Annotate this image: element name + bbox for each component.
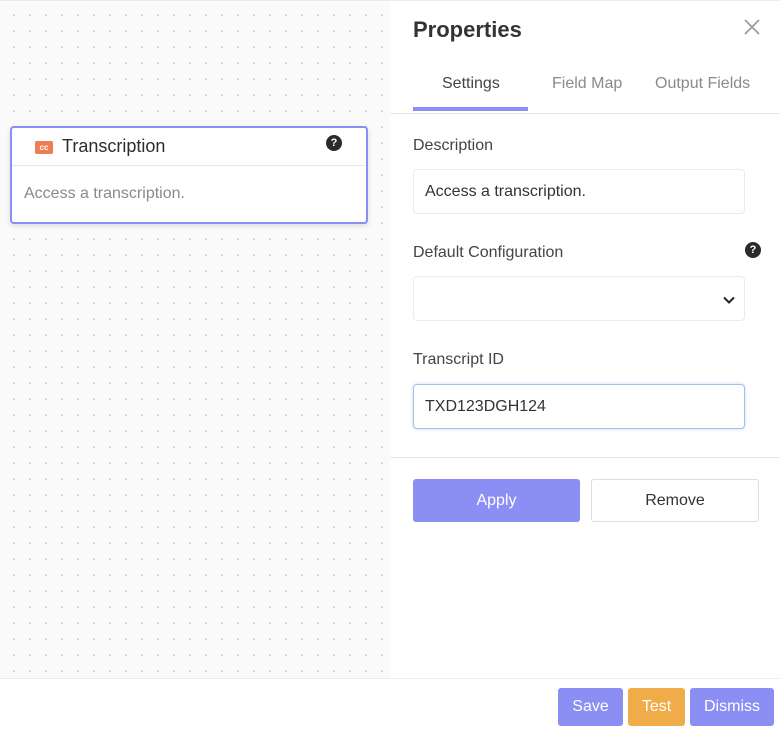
tab-bar: Settings Field Map Output Fields: [390, 63, 780, 114]
help-icon[interactable]: ?: [326, 135, 342, 151]
active-tab-indicator: [413, 107, 528, 111]
transcript-id-input[interactable]: TXD123DGH124: [413, 384, 745, 429]
transcription-node[interactable]: cc Transcription ? Access a transcriptio…: [10, 126, 368, 224]
workflow-canvas[interactable]: cc Transcription ? Access a transcriptio…: [0, 0, 390, 679]
footer-bar: Save Test Dismiss: [0, 678, 780, 736]
close-icon[interactable]: [742, 17, 762, 37]
tab-output-fields[interactable]: Output Fields: [655, 75, 750, 93]
dismiss-button[interactable]: Dismiss: [690, 688, 774, 726]
node-description: Access a transcription.: [24, 185, 185, 202]
apply-button[interactable]: Apply: [413, 479, 580, 522]
test-button[interactable]: Test: [628, 688, 685, 726]
tab-settings[interactable]: Settings: [442, 75, 500, 93]
chevron-down-icon: [723, 296, 735, 304]
node-header: cc Transcription ?: [12, 128, 366, 166]
transcript-id-label: Transcript ID: [413, 351, 504, 368]
description-field[interactable]: Access a transcription.: [413, 169, 745, 214]
save-button[interactable]: Save: [558, 688, 623, 726]
default-config-label: Default Configuration: [413, 244, 564, 261]
tab-field-map[interactable]: Field Map: [552, 75, 622, 93]
default-config-select[interactable]: [413, 276, 745, 321]
properties-panel: Properties Settings Field Map Output Fie…: [390, 0, 780, 679]
help-icon[interactable]: ?: [745, 242, 761, 258]
node-title: Transcription: [62, 136, 166, 156]
closed-captions-icon: cc: [35, 141, 53, 154]
panel-title: Properties: [413, 17, 522, 42]
description-label: Description: [413, 137, 494, 154]
remove-button[interactable]: Remove: [591, 479, 759, 522]
divider: [390, 457, 780, 458]
